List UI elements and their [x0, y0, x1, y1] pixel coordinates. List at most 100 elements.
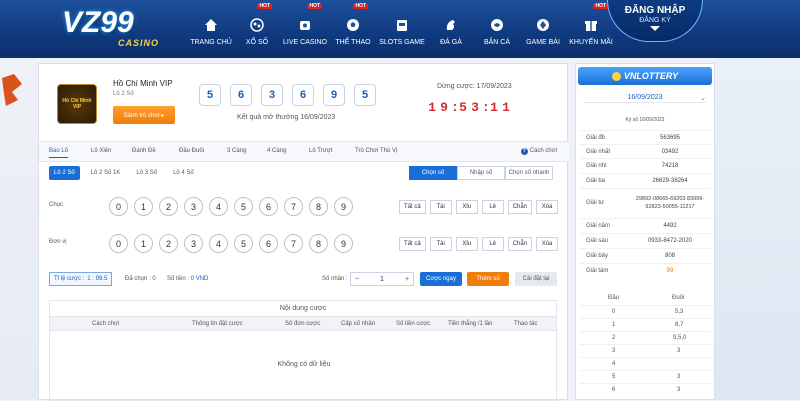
digit-ball[interactable]: 5 [234, 234, 253, 253]
digit-ball[interactable]: 3 [184, 234, 203, 253]
digit-ball[interactable]: 2 [159, 234, 178, 253]
subtab-lo-3-so[interactable]: Lô 3 Số [131, 166, 162, 180]
table-header: Cách chơi Thông tin đặt cược Số đơn cược… [50, 317, 556, 331]
mode-quick-select[interactable]: Chọn số nhanh [505, 166, 553, 180]
quick-clear-button[interactable]: Xóa [536, 237, 559, 251]
quick-even-button[interactable]: Chẵn [507, 237, 533, 251]
digit-ball[interactable]: 6 [259, 197, 278, 216]
nav-slots[interactable]: SLOTS GAME [376, 0, 428, 58]
mode-select-number[interactable]: Chọn số [409, 166, 457, 180]
guide-link[interactable]: ? Cách chơi [520, 148, 557, 155]
chevron-down-icon: ⌄ [700, 95, 706, 102]
subtab-lo-2-so[interactable]: Lô 2 Số [49, 166, 80, 180]
table-title: Nội dung cược [50, 301, 556, 317]
reset-button[interactable]: Cài đặt lại [515, 272, 557, 286]
digit-ball[interactable]: 1 [134, 197, 153, 216]
prize-row: Giải sáu 0933-8472-2020 [580, 233, 710, 248]
tab-danh-de[interactable]: Đánh Đề [132, 148, 156, 154]
digit-ball[interactable]: 3 [184, 197, 203, 216]
result-ball: 6 [230, 84, 252, 106]
nav-label: SLOTS GAME [379, 38, 425, 46]
digit-ball[interactable]: 4 [209, 234, 228, 253]
lobby-button[interactable]: Sảnh trò chơi ▸ [113, 106, 175, 124]
logo-subtext: CASINO [118, 38, 160, 48]
tab-fun-games[interactable]: Trò Chơi Thú Vị [355, 148, 397, 154]
nav-card-games[interactable]: GAME BÀI [520, 0, 566, 58]
tab-lo-xien[interactable]: Lô Xiên [91, 148, 111, 154]
login-register-button[interactable]: ĐĂNG NHẬP ĐĂNG KÝ [607, 0, 703, 42]
quick-clear-button[interactable]: Xóa [536, 200, 559, 214]
logo[interactable]: VZ99 CASINO [62, 6, 182, 50]
digit-ball[interactable]: 7 [284, 234, 303, 253]
subtab-lo-4-so[interactable]: Lô 4 Số [168, 166, 199, 180]
quick-odd-button[interactable]: Lẻ [481, 237, 504, 251]
digit-ball[interactable]: 0 [109, 197, 128, 216]
quick-small-button[interactable]: Xỉu [455, 200, 478, 214]
digit-picker: 0 1 2 3 4 5 6 7 8 9 [109, 234, 353, 253]
head-tail-table: Đầu Đuôi 0 5,3 1 8,7 2 9,5,0 33 4 53 63 [580, 292, 710, 396]
head-tail-header: Đầu Đuôi [580, 292, 710, 305]
betting-panel: Hồ Chí Minh VIP Hồ Chí Minh VIP Lô 2 Số … [38, 63, 569, 401]
plus-button[interactable]: + [401, 276, 413, 283]
leaf-decoration [2, 74, 22, 106]
nav-fishing[interactable]: BẮN CÁ [474, 0, 520, 58]
odds-value: 1 : 99.5 [87, 276, 108, 282]
digit-ball[interactable]: 2 [159, 197, 178, 216]
draw-label: Kỳ số 16/09/2023 [625, 117, 665, 123]
multiplier-stepper: − 1 + [350, 272, 414, 286]
bet-now-button[interactable]: Cược ngay [420, 272, 462, 286]
quick-all-button[interactable]: Tất cả [399, 200, 426, 214]
tab-bao-lo[interactable]: Bao Lô [49, 148, 69, 158]
casino-icon [297, 17, 313, 33]
nav-live-casino[interactable]: HOT LIVE CASINO [280, 0, 330, 58]
tab-3-cang[interactable]: 3 Càng [227, 148, 246, 154]
digit-ball[interactable]: 1 [134, 234, 153, 253]
head-tail-row: 4 [580, 357, 710, 370]
quick-big-button[interactable]: Tài [429, 237, 452, 251]
digit-ball[interactable]: 8 [309, 197, 328, 216]
quick-even-button[interactable]: Chẵn [507, 200, 533, 214]
nav-lottery[interactable]: HOT XỔ SỐ [234, 0, 280, 58]
vnlottery-banner[interactable]: VNLOTTERY [578, 67, 712, 85]
multiplier-value[interactable]: 1 [363, 276, 401, 283]
results-sidebar: VNLOTTERY 16/09/2023 ⌄ Kỳ số 16/09/2023 … [575, 63, 715, 400]
date-field [584, 91, 706, 103]
digit-ball[interactable]: 8 [309, 234, 328, 253]
quick-big-button[interactable]: Tài [429, 200, 452, 214]
chosen-count: Đã chọn : 0 [125, 276, 156, 282]
result-ball: 3 [261, 84, 283, 106]
tab-dau-duoi[interactable]: Đầu Đuôi [179, 148, 204, 154]
slot-machine-icon [394, 17, 410, 33]
digit-ball[interactable]: 6 [259, 234, 278, 253]
nav-home[interactable]: TRANG CHỦ [188, 0, 234, 58]
digit-ball[interactable]: 5 [234, 197, 253, 216]
register-label: ĐĂNG KÝ [639, 17, 671, 24]
date-select[interactable]: 16/09/2023 ⌄ [576, 91, 714, 103]
digit-ball[interactable]: 0 [109, 234, 128, 253]
add-number-button[interactable]: Thêm số [467, 272, 509, 286]
head-tail-row: 63 [580, 383, 710, 396]
tab-lo-truot[interactable]: Lô Trượt [309, 148, 332, 154]
mode-enter-number[interactable]: Nhập số [457, 166, 505, 180]
nav-sports[interactable]: HOT THỂ THAO [330, 0, 376, 58]
subtab-lo-2-so-1k[interactable]: Lô 2 Số 1K [86, 166, 126, 180]
digit-ball[interactable]: 7 [284, 197, 303, 216]
quick-all-button[interactable]: Tất cả [399, 237, 426, 251]
quick-small-button[interactable]: Xỉu [455, 237, 478, 251]
quick-odd-button[interactable]: Lẻ [481, 200, 504, 214]
head-value: 0 [612, 309, 616, 315]
digit-ball[interactable]: 4 [209, 197, 228, 216]
prize-name: Giải tám [586, 268, 609, 274]
prize-value: 26629-38264 [652, 178, 688, 184]
nav-cockfight[interactable]: ĐÁ GÀ [428, 0, 474, 58]
minus-button[interactable]: − [351, 276, 363, 283]
digit-ball[interactable]: 9 [334, 234, 353, 253]
countdown-timer: 1 9 : 5 3 : 1 1 [427, 100, 511, 115]
tail-value: 8,7 [675, 322, 684, 328]
prize-value: 74218 [661, 163, 679, 169]
digit-ball[interactable]: 9 [334, 197, 353, 216]
prize-name: Giải bảy [586, 253, 609, 259]
result-text: Kết quả mở thưởng 16/09/2023 [237, 114, 336, 121]
tab-4-cang[interactable]: 4 Càng [267, 148, 286, 154]
quick-select: Tất cả Tài Xỉu Lẻ Chẵn Xóa [399, 200, 559, 214]
